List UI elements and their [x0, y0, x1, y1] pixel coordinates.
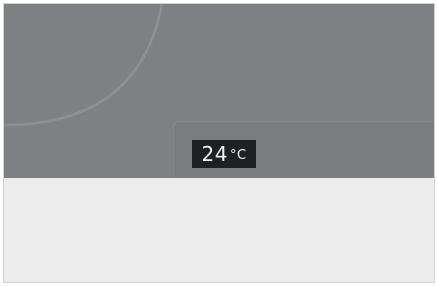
screen-frame: 24 °C: [3, 3, 435, 283]
display-area: 24 °C: [4, 4, 434, 178]
temperature-unit: °C: [229, 148, 247, 163]
temperature-value: 24: [201, 142, 228, 166]
temperature-readout: 24 °C: [192, 140, 256, 168]
content-area: [4, 178, 434, 282]
